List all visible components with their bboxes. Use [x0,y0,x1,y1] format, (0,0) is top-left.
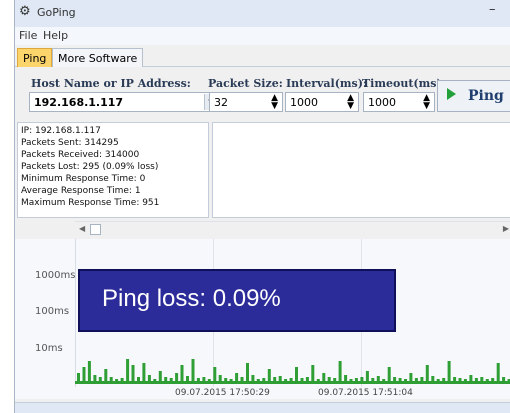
host-value: 192.168.1.117 [34,96,124,109]
ping-loss-text: Ping loss: 0.09% [102,285,281,312]
ping-statistics: IP: 192.168.1.117 Packets Sent: 314295 P… [17,122,209,218]
interval-value: 1000 [290,96,318,109]
ping-loss-banner: Ping loss: 0.09% [78,269,396,332]
stats-packets-sent: Packets Sent: 314295 [21,138,119,148]
y-label-1000ms: 1000ms [35,270,76,281]
activity-bar [322,373,326,381]
status-bar [15,402,510,413]
activity-bar [311,365,315,381]
activity-bar [104,369,108,381]
packet-size-stepper[interactable]: 32 ▲ ▼ [209,92,283,112]
activity-bar [338,361,342,381]
scroll-left-icon[interactable]: ◀ [79,224,85,233]
activity-bar [158,371,162,381]
stats-max-response: Maximum Response Time: 951 [21,198,160,208]
activity-bar [235,373,239,381]
horizontal-scrollbar[interactable]: ◀ ▶ [75,221,510,237]
stats-packets-lost: Packets Lost: 295 (0.09% loss) [21,162,159,172]
activity-bar [87,361,91,381]
activity-bar [213,367,217,381]
interval-label: Interval(ms): [286,77,368,90]
host-input[interactable]: 192.168.1.117 ▼ [29,92,219,112]
activity-bar [191,359,195,381]
minimize-button[interactable]: – [489,2,496,17]
spin-arrows-icon[interactable]: ▲ ▼ [271,94,278,111]
tab-more-software[interactable]: More Software [52,48,144,67]
stats-ip: IP: 192.168.1.117 [21,126,101,136]
activity-bar [142,363,146,381]
tab-ping[interactable]: Ping [17,48,53,67]
timeout-label: Timeout(ms): [362,77,446,90]
activity-bar [425,365,429,381]
activity-bar [131,365,135,381]
x-label-end: 09.07.2015 17:51:04 [318,388,413,398]
activity-bar [267,369,271,381]
stats-packets-received: Packets Received: 314000 [21,150,140,160]
title-bar: ⚙ GoPing – [15,0,510,27]
ping-controls: Host Name or IP Address: Packet Size: In… [15,70,510,114]
window-title: GoPing [37,6,76,19]
menu-bar: File Help [15,27,510,45]
tab-strip: Ping More Software [15,47,510,67]
y-label-10ms: 10ms [35,343,63,354]
activity-bar [295,367,298,381]
chart-baseline [75,381,510,384]
activity-bar [77,373,80,381]
scroll-right-icon[interactable]: ▶ [503,224,509,233]
spin-arrows-icon[interactable]: ▲ ▼ [347,94,354,111]
goping-app-icon: ⚙ [19,4,31,19]
packet-size-label: Packet Size: [208,77,283,90]
ping-log-panel [212,122,510,218]
timeout-stepper[interactable]: 1000 ▲ ▼ [363,92,435,112]
activity-bar [447,361,451,381]
activity-bar [496,363,500,381]
activity-bar [82,367,86,381]
stats-avg-response: Average Response Time: 1 [21,186,141,196]
ping-button-label: Ping [468,88,504,104]
interval-stepper[interactable]: 1000 ▲ ▼ [285,92,359,112]
activity-bar [180,365,184,381]
activity-bar [175,373,179,381]
stats-min-response: Minimum Response Time: 0 [21,174,146,184]
activity-bar [365,371,369,381]
host-label: Host Name or IP Address: [31,77,191,90]
ping-button[interactable]: Ping [437,80,510,112]
play-icon [447,88,456,100]
packet-size-value: 32 [214,96,228,109]
goping-window: ⚙ GoPing – File Help Ping More Software … [14,0,510,413]
timeout-value: 1000 [368,96,396,109]
activity-bar [387,367,391,381]
x-label-start: 09.07.2015 17:50:29 [175,388,270,398]
activity-bar [126,359,130,381]
scroll-thumb[interactable] [90,224,101,235]
y-label-100ms: 100ms [35,306,70,317]
activity-bar [246,363,249,381]
menu-help[interactable]: Help [43,29,68,42]
spin-arrows-icon[interactable]: ▲ ▼ [423,94,430,111]
menu-file[interactable]: File [19,29,37,42]
activity-bar [409,373,413,381]
